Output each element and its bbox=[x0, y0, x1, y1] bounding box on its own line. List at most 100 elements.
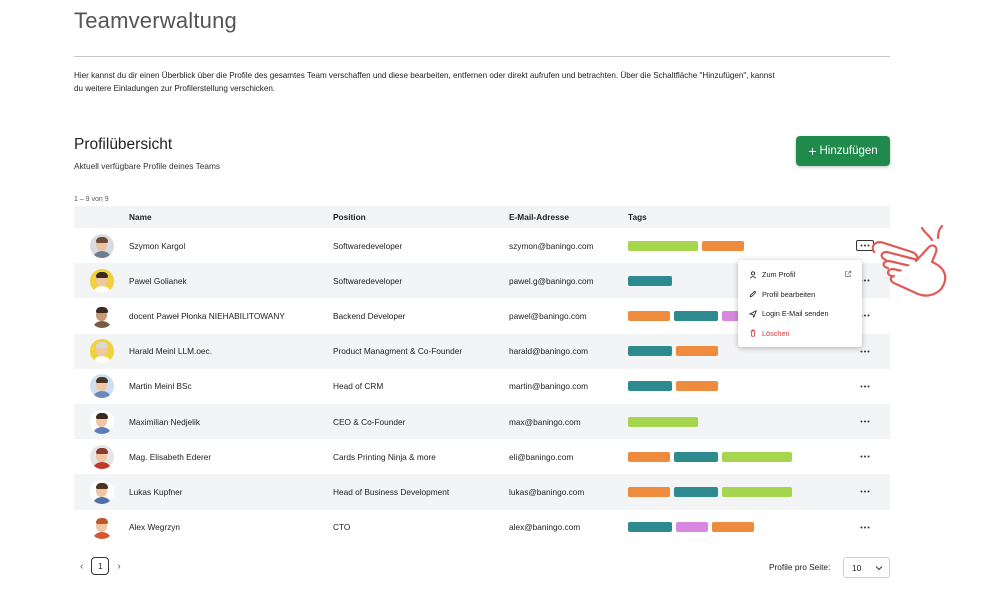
intro-line-2: du weitere Einladungen zur Profilerstell… bbox=[74, 83, 276, 93]
page-number-button[interactable]: 1 bbox=[91, 557, 110, 575]
user-icon bbox=[748, 271, 758, 279]
cell-email: martin@baningo.com bbox=[509, 381, 588, 392]
chevron-down-icon bbox=[875, 563, 883, 573]
table-row[interactable]: Martin Meinl BSc Head of CRM martin@bani… bbox=[74, 369, 890, 404]
pencil-icon bbox=[748, 290, 758, 298]
more-horizontal-icon[interactable] bbox=[856, 381, 874, 392]
more-horizontal-icon[interactable] bbox=[856, 416, 874, 427]
cell-name: Szymon Kargol bbox=[129, 240, 186, 251]
cell-actions bbox=[840, 346, 890, 357]
header-email[interactable]: E-Mail-Adresse bbox=[509, 212, 628, 222]
cell-email: pawel@baningo.com bbox=[509, 310, 587, 321]
cell-tags bbox=[628, 451, 840, 462]
table-row[interactable]: Mag. Elisabeth Ederer Cards Printing Nin… bbox=[74, 439, 890, 474]
avatar-cell bbox=[74, 303, 129, 328]
tag-badge-orange bbox=[702, 240, 744, 251]
avatar bbox=[89, 268, 114, 293]
avatar bbox=[89, 233, 114, 258]
profiles-table: Name Position E-Mail-Adresse Tags Szymon… bbox=[74, 206, 890, 545]
avatar bbox=[89, 339, 114, 364]
table-row[interactable]: Szymon Kargol Softwaredeveloper szymon@b… bbox=[74, 228, 890, 263]
tag-badge-orange bbox=[628, 451, 670, 462]
tag-badge-green bbox=[628, 240, 698, 251]
more-horizontal-icon[interactable] bbox=[856, 486, 874, 497]
cell-email: eli@baningo.com bbox=[509, 451, 574, 462]
cell-email: max@baningo.com bbox=[509, 416, 581, 427]
more-horizontal-icon[interactable] bbox=[856, 346, 874, 357]
cell-actions bbox=[840, 486, 890, 497]
avatar-cell bbox=[74, 268, 129, 293]
tag-badge-teal bbox=[628, 275, 672, 286]
cell-position: Softwaredeveloper bbox=[333, 275, 403, 286]
cell-tags bbox=[628, 522, 840, 533]
avatar-cell bbox=[74, 409, 129, 434]
tag-badge-teal bbox=[628, 522, 672, 533]
cell-tags bbox=[628, 240, 840, 251]
section-subtitle: Aktuell verfügbare Profile deines Teams bbox=[74, 161, 221, 171]
tag-badge-teal bbox=[674, 486, 718, 497]
external-link-icon[interactable] bbox=[844, 270, 852, 280]
cell-tags bbox=[628, 486, 840, 497]
context-menu: Zum Profil Profil bearbeiten Login E-Mai… bbox=[738, 260, 862, 347]
tag-badge-teal bbox=[628, 346, 672, 357]
avatar-cell bbox=[74, 339, 129, 364]
cell-name: Maximilian Nedjelik bbox=[129, 416, 201, 427]
next-page-icon[interactable]: › bbox=[117, 561, 120, 572]
tag-badge-orange bbox=[628, 310, 670, 321]
cell-position: Head of Business Development bbox=[333, 486, 450, 497]
header-tags[interactable]: Tags bbox=[628, 212, 840, 222]
more-horizontal-icon[interactable] bbox=[856, 522, 874, 533]
menu-item-delete[interactable]: Löschen bbox=[738, 324, 862, 344]
tag-badge-orange bbox=[676, 346, 718, 357]
more-horizontal-icon[interactable] bbox=[856, 451, 874, 462]
section-title: Profilübersicht bbox=[74, 136, 173, 153]
avatar bbox=[89, 479, 114, 504]
per-page-label: Profile pro Seite: bbox=[769, 562, 831, 572]
avatar-cell bbox=[74, 444, 129, 469]
cell-name: Alex Wegrzyn bbox=[129, 522, 181, 533]
table-header: Name Position E-Mail-Adresse Tags bbox=[74, 206, 890, 228]
pagination: ‹ 1 › bbox=[80, 557, 121, 575]
menu-item-view-profile[interactable]: Zum Profil bbox=[738, 265, 862, 285]
cell-name: Pawel Golianek bbox=[129, 275, 187, 286]
add-button-label: Hinzufügen bbox=[819, 145, 878, 157]
tag-badge-orange bbox=[628, 486, 670, 497]
cell-actions bbox=[840, 381, 890, 392]
header-name[interactable]: Name bbox=[129, 212, 333, 222]
tag-badge-pink bbox=[676, 522, 708, 533]
per-page-select[interactable]: 10 bbox=[843, 557, 890, 578]
add-button[interactable]: + Hinzufügen bbox=[796, 136, 890, 166]
avatar-cell bbox=[74, 233, 129, 258]
per-page-value: 10 bbox=[852, 562, 862, 573]
cell-name: Martin Meinl BSc bbox=[129, 381, 192, 392]
cell-actions bbox=[840, 416, 890, 427]
cell-position: CTO bbox=[333, 522, 351, 533]
avatar-cell bbox=[74, 515, 129, 540]
header-position[interactable]: Position bbox=[333, 212, 509, 222]
table-row[interactable]: Maximilian Nedjelik CEO & Co-Founder max… bbox=[74, 403, 890, 440]
cell-position: Backend Developer bbox=[333, 310, 406, 321]
prev-page-icon[interactable]: ‹ bbox=[80, 561, 83, 572]
tag-badge-teal bbox=[628, 381, 672, 392]
table-row[interactable]: Lukas Kupfner Head of Business Developme… bbox=[74, 474, 890, 510]
cell-name: Harald Meinl LLM.oec. bbox=[129, 346, 213, 357]
cell-email: pawel.g@baningo.com bbox=[509, 275, 594, 286]
menu-item-edit-profile[interactable]: Profil bearbeiten bbox=[738, 285, 862, 305]
page-title: Teamverwaltung bbox=[74, 8, 237, 33]
tag-badge-green bbox=[722, 486, 792, 497]
plus-icon: + bbox=[808, 142, 817, 159]
cell-name: Lukas Kupfner bbox=[129, 486, 183, 497]
menu-item-label: Löschen bbox=[762, 328, 790, 338]
menu-item-label: Zum Profil bbox=[762, 270, 796, 280]
tag-badge-teal bbox=[674, 310, 718, 321]
avatar-cell bbox=[74, 479, 129, 504]
menu-item-send-login-email[interactable]: Login E-Mail senden bbox=[738, 304, 862, 324]
avatar bbox=[89, 515, 114, 540]
avatar bbox=[89, 409, 114, 434]
menu-item-label: Login E-Mail senden bbox=[762, 309, 829, 319]
avatar bbox=[89, 303, 114, 328]
cell-actions bbox=[840, 451, 890, 462]
trash-icon bbox=[748, 329, 758, 337]
range-indicator: 1 – 9 von 9 bbox=[74, 196, 109, 203]
table-row[interactable]: Alex Wegrzyn CTO alex@baningo.com bbox=[74, 510, 890, 545]
